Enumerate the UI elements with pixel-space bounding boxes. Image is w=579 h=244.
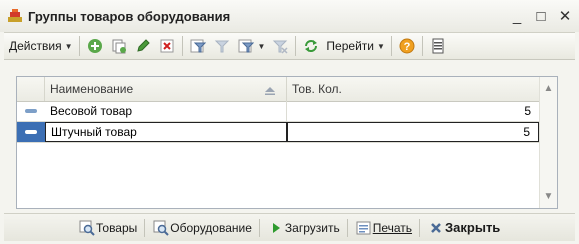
table-row[interactable]: Весовой товар 5 xyxy=(17,101,539,122)
filter-set-icon xyxy=(189,37,207,55)
column-header-name-label: Наименование xyxy=(50,82,134,96)
window-title: Группы товаров оборудования xyxy=(28,8,231,24)
minimize-icon: _ xyxy=(512,7,522,25)
row-marker-icon xyxy=(25,109,37,113)
chevron-down-icon: ▼ xyxy=(543,191,554,202)
list-settings-button[interactable] xyxy=(426,35,450,57)
load-label: Загрузить xyxy=(284,220,340,235)
equipment-label: Оборудование xyxy=(170,220,252,235)
chevron-down-icon: ▼ xyxy=(257,41,266,51)
filter-list-icon xyxy=(237,37,255,55)
filter-button[interactable] xyxy=(210,35,234,57)
maximize-icon: □ xyxy=(536,7,546,25)
close-icon: ✕ xyxy=(558,8,572,25)
equipment-search-icon xyxy=(152,219,170,237)
toolbar-separator xyxy=(181,36,183,56)
window: Группы товаров оборудования _ □ ✕ Действ… xyxy=(0,0,579,244)
cell-name[interactable]: Весовой товар xyxy=(45,101,287,121)
maximize-button[interactable]: □ xyxy=(531,6,551,26)
row-marker-icon xyxy=(25,130,37,134)
play-icon xyxy=(267,219,285,237)
close-icon xyxy=(427,219,445,237)
add-button[interactable] xyxy=(83,35,107,57)
scroll-up-button[interactable]: ▲ xyxy=(540,80,557,97)
pencil-icon xyxy=(134,37,152,55)
actions-menu[interactable]: Действия ▼ xyxy=(6,35,76,57)
add-icon xyxy=(86,37,104,55)
goto-menu[interactable]: Перейти ▼ xyxy=(323,35,387,57)
delete-icon xyxy=(158,37,176,55)
print-label: Печать xyxy=(372,220,413,235)
row-marker xyxy=(17,122,45,142)
goods-button[interactable]: Товары xyxy=(74,217,141,239)
refresh-button[interactable] xyxy=(299,35,323,57)
toolbar-separator xyxy=(78,36,80,56)
actions-label: Действия xyxy=(9,39,62,53)
bottom-toolbar: Товары Оборудование Загрузить Печать Зак… xyxy=(4,213,575,241)
toolbar-separator xyxy=(421,36,423,56)
help-button[interactable]: ? xyxy=(395,35,419,57)
goto-label: Перейти xyxy=(326,39,374,53)
load-button[interactable]: Загрузить xyxy=(263,217,344,239)
chevron-up-icon: ▲ xyxy=(543,83,554,94)
minimize-button[interactable]: _ xyxy=(507,6,527,26)
bottom-separator xyxy=(144,218,146,237)
cell-qty[interactable]: 5 xyxy=(287,101,539,121)
bottom-separator xyxy=(419,218,421,237)
close-button[interactable]: Закрыть xyxy=(423,217,504,239)
help-icon: ? xyxy=(398,37,416,55)
vertical-scrollbar[interactable]: ▲ ▼ xyxy=(539,77,557,208)
bottom-separator xyxy=(346,218,348,237)
header-marker-cell xyxy=(17,77,45,101)
filter-list-menu[interactable]: ▼ xyxy=(234,35,269,57)
edit-button[interactable] xyxy=(131,35,155,57)
copy-icon xyxy=(110,37,128,55)
chevron-down-icon: ▼ xyxy=(64,41,73,51)
data-grid[interactable]: Наименование Тов. Кол. Весовой товар 5 Ш… xyxy=(16,76,558,209)
close-label: Закрыть xyxy=(445,220,501,235)
toolbar-separator xyxy=(295,36,297,56)
filter-clear-button[interactable] xyxy=(268,35,292,57)
bottom-separator xyxy=(258,218,260,237)
close-window-button[interactable]: ✕ xyxy=(555,6,575,26)
cell-qty[interactable]: 5 xyxy=(287,122,539,142)
filter-set-button[interactable] xyxy=(186,35,210,57)
goods-search-icon xyxy=(78,219,96,237)
column-header-qty-label: Тов. Кол. xyxy=(292,82,342,96)
title-bar: Группы товаров оборудования _ □ ✕ xyxy=(0,0,579,32)
goods-label: Товары xyxy=(96,220,138,235)
cell-name[interactable]: Штучный товар xyxy=(45,122,287,142)
toolbar-separator xyxy=(390,36,392,56)
sort-indicator-icon xyxy=(264,85,276,99)
refresh-icon xyxy=(302,37,320,55)
column-header-name[interactable]: Наименование xyxy=(45,77,287,101)
table-row-selected[interactable]: Штучный товар 5 xyxy=(17,122,539,143)
filter-clear-icon xyxy=(271,37,289,55)
row-marker xyxy=(17,101,45,121)
chevron-down-icon: ▼ xyxy=(376,41,385,51)
delete-button[interactable] xyxy=(155,35,179,57)
print-document-icon xyxy=(355,219,373,237)
list-settings-icon xyxy=(429,37,447,55)
toolbar: Действия ▼ ▼ Перейти ▼ ? xyxy=(4,32,575,60)
equipment-button[interactable]: Оборудование xyxy=(148,217,256,239)
filter-icon xyxy=(213,37,231,55)
column-header-qty[interactable]: Тов. Кол. xyxy=(287,77,539,101)
copy-button[interactable] xyxy=(107,35,131,57)
svg-text:?: ? xyxy=(404,41,411,53)
scroll-down-button[interactable]: ▼ xyxy=(540,188,557,205)
print-button[interactable]: Печать xyxy=(351,217,416,239)
app-1c-icon xyxy=(6,7,24,25)
grid-header: Наименование Тов. Кол. xyxy=(17,77,557,102)
